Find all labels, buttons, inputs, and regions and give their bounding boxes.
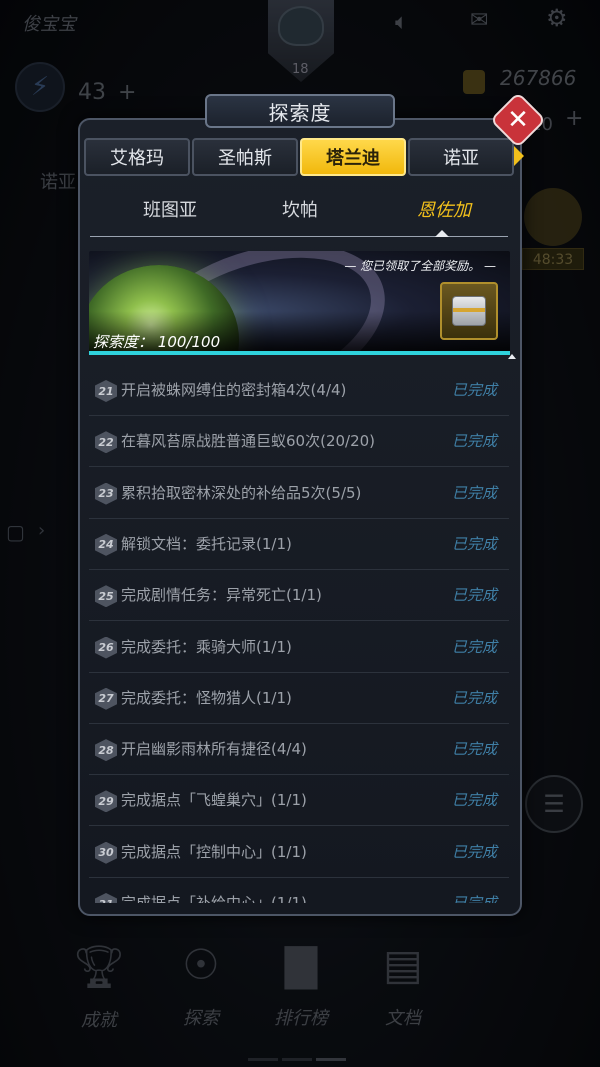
reward-chest-icon[interactable] [440, 282, 498, 340]
task-description: 完成剧情任务：异常死亡(1/1) [121, 586, 322, 605]
task-row[interactable]: 31 完成据点「补给中心」(1/1) 已完成 [89, 878, 509, 903]
task-number-badge: 26 [95, 636, 117, 659]
rewards-claimed-text: — 您已领取了全部奖励。 — [344, 259, 496, 273]
task-number-badge: 31 [95, 893, 117, 903]
task-description: 开启幽影雨林所有捷径(4/4) [121, 740, 307, 759]
tab-region-enzuojia[interactable]: 恩佐加 [374, 196, 514, 222]
task-status: 已完成 [451, 534, 497, 553]
task-number-badge: 27 [95, 687, 117, 710]
region-active-pointer [435, 230, 449, 237]
task-description: 完成委托：乘骑大师(1/1) [121, 637, 292, 656]
task-number-badge: 24 [95, 533, 117, 556]
task-status: 已完成 [451, 842, 497, 861]
task-status: 已完成 [451, 688, 497, 707]
planet-tabs: 艾格玛 圣帕斯 塔兰迪 诺亚 [84, 138, 516, 176]
task-list[interactable]: 21 开启被蛛网缚住的密封箱4次(4/4) 已完成 22 在暮风苔原战胜普通巨蚁60次(… [89, 365, 509, 903]
task-row[interactable]: 28 开启幽影雨林所有捷径(4/4) 已完成 [89, 724, 509, 776]
exploration-progress-value: 100/100 [157, 333, 221, 351]
task-row[interactable]: 29 完成据点「飞蝗巢穴」(1/1) 已完成 [89, 775, 509, 827]
tab-scroll-right-icon[interactable] [514, 146, 524, 166]
exploration-banner: — 您已领取了全部奖励。 — 探索度： 100/100 [89, 251, 510, 353]
task-row[interactable]: 26 完成委托：乘骑大师(1/1) 已完成 [89, 622, 509, 673]
exploration-progress-bar [89, 351, 510, 355]
task-number-badge: 22 [95, 431, 117, 454]
close-icon[interactable]: ✕ [498, 100, 538, 140]
task-status: 已完成 [451, 894, 497, 903]
task-number-badge: 30 [95, 841, 117, 864]
task-number-badge: 29 [95, 790, 117, 813]
task-row[interactable]: 21 开启被蛛网缚住的密封箱4次(4/4) 已完成 [89, 365, 509, 416]
task-row[interactable]: 30 完成据点「控制中心」(1/1) 已完成 [89, 827, 509, 878]
task-description: 完成据点「控制中心」(1/1) [121, 842, 307, 861]
progress-end-marker [508, 354, 516, 359]
task-row[interactable]: 24 解锁文档：委托记录(1/1) 已完成 [89, 519, 509, 570]
exploration-progress: 探索度： 100/100 [93, 331, 220, 352]
task-description: 累积拾取密林深处的补给品5次(5/5) [121, 483, 362, 502]
task-status: 已完成 [451, 483, 497, 502]
tab-planet-talandi[interactable]: 塔兰迪 [300, 138, 406, 176]
task-status: 已完成 [451, 637, 497, 656]
exploration-progress-fill [89, 351, 510, 355]
task-description: 完成委托：怪物猎人(1/1) [121, 688, 292, 707]
tab-planet-noah[interactable]: 诺亚 [408, 138, 514, 176]
task-description: 完成据点「飞蝗巢穴」(1/1) [121, 791, 307, 810]
task-number-badge: 28 [95, 739, 117, 762]
tab-planet-saint-pas[interactable]: 圣帕斯 [192, 138, 298, 176]
modal-title: 探索度 [268, 100, 332, 125]
task-status: 已完成 [451, 740, 497, 759]
modal-title-plate: 探索度 [205, 94, 395, 128]
task-status: 已完成 [451, 381, 497, 399]
exploration-progress-label: 探索度： [93, 333, 154, 351]
task-row[interactable]: 22 在暮风苔原战胜普通巨蚁60次(20/20) 已完成 [89, 416, 509, 468]
task-row[interactable]: 27 完成委托：怪物猎人(1/1) 已完成 [89, 673, 509, 724]
task-status: 已完成 [451, 791, 497, 810]
task-row[interactable]: 23 累积拾取密林深处的补给品5次(5/5) 已完成 [89, 468, 509, 519]
task-row[interactable]: 25 完成剧情任务：异常死亡(1/1) 已完成 [89, 570, 509, 622]
tab-region-bantuya[interactable]: 班图亚 [100, 196, 240, 222]
task-description: 完成据点「补给中心」(1/1) [121, 894, 307, 903]
task-number-badge: 25 [95, 585, 117, 608]
task-description: 开启被蛛网缚住的密封箱4次(4/4) [121, 381, 347, 399]
task-number-badge: 23 [95, 482, 117, 505]
task-description: 解锁文档：委托记录(1/1) [121, 534, 292, 553]
tab-region-kanpa[interactable]: 坎帕 [230, 196, 370, 222]
task-number-badge: 21 [95, 380, 117, 402]
chest-body [452, 296, 486, 326]
task-status: 已完成 [451, 586, 497, 605]
task-description: 在暮风苔原战胜普通巨蚁60次(20/20) [121, 432, 376, 451]
task-status: 已完成 [451, 432, 497, 451]
tab-planet-egma[interactable]: 艾格玛 [84, 138, 190, 176]
